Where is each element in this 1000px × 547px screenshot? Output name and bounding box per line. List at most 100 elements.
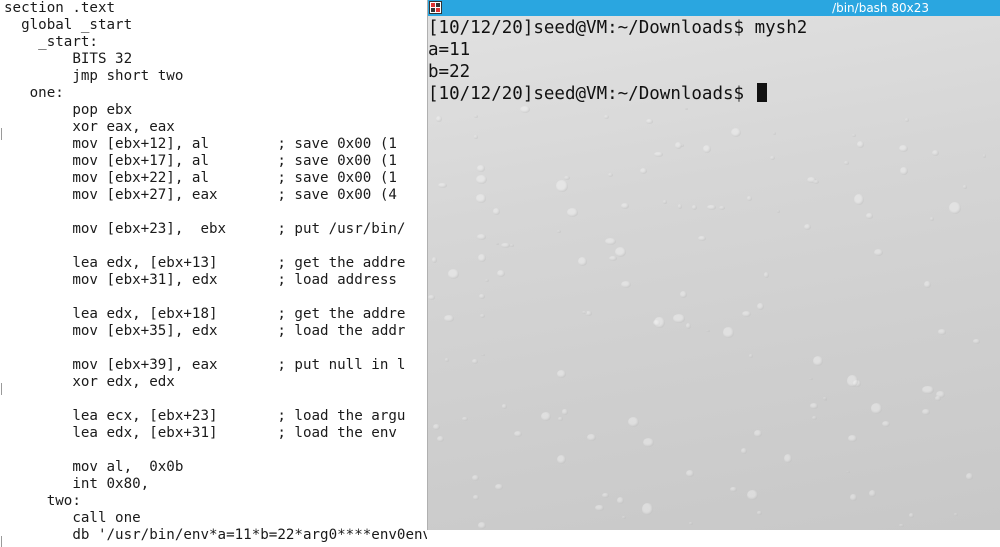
terminal-window[interactable]: /bin/bash 80x23 [10/12/20]seed@VM:~/Down… <box>427 0 1000 530</box>
background-texture <box>685 469 695 477</box>
background-texture <box>706 329 710 333</box>
background-texture <box>578 256 588 266</box>
background-texture <box>899 523 904 527</box>
background-texture <box>556 454 566 465</box>
background-texture <box>937 329 947 335</box>
background-texture <box>562 409 568 415</box>
background-texture <box>868 490 877 498</box>
background-texture <box>558 416 564 422</box>
background-texture <box>607 172 614 178</box>
background-texture <box>471 359 478 365</box>
code-editor[interactable]: section .text global _start _start: BITS… <box>0 0 427 547</box>
background-texture <box>510 244 515 247</box>
background-texture <box>870 403 882 414</box>
background-texture <box>620 281 632 289</box>
background-texture <box>846 470 851 474</box>
background-texture <box>437 436 445 443</box>
background-texture <box>438 182 448 189</box>
terminal-prompt-line: [10/12/20]seed@VM:~/Downloads$ <box>428 83 767 105</box>
background-texture <box>747 489 758 501</box>
background-texture <box>922 385 934 395</box>
background-texture <box>929 217 935 222</box>
background-texture <box>566 208 578 217</box>
background-texture <box>809 377 813 381</box>
code-line: lea ecx, [ebx+23] ; load the argu <box>4 408 406 424</box>
background-texture <box>757 511 762 516</box>
background-texture <box>646 119 654 125</box>
background-texture <box>685 322 692 329</box>
code-line: global _start <box>4 17 133 33</box>
code-line: mov [ebx+39], eax ; put null in l <box>4 357 406 373</box>
background-texture <box>556 230 561 234</box>
background-texture <box>763 272 770 279</box>
background-texture <box>684 107 688 111</box>
background-texture <box>485 279 490 283</box>
background-texture <box>953 513 959 517</box>
gutter-mark <box>1 536 2 547</box>
terminal-titlebar[interactable]: /bin/bash 80x23 <box>428 0 1000 16</box>
background-texture <box>754 429 762 438</box>
background-texture <box>653 151 663 158</box>
background-texture <box>435 115 442 122</box>
background-texture <box>501 403 508 409</box>
background-texture <box>823 397 827 401</box>
background-texture <box>492 208 501 215</box>
gutter-mark <box>1 128 2 140</box>
background-texture <box>898 145 908 153</box>
background-texture <box>476 194 487 203</box>
background-texture <box>865 213 873 219</box>
background-texture <box>881 421 890 428</box>
background-texture <box>804 223 811 230</box>
background-texture <box>642 503 654 516</box>
background-texture <box>497 269 506 277</box>
background-texture <box>972 339 980 344</box>
background-texture <box>680 290 688 298</box>
background-texture <box>844 161 850 166</box>
code-line: xor eax, eax <box>4 119 175 135</box>
code-line: call one <box>4 510 141 526</box>
code-line: mov [ebx+12], al ; save 0x00 (1 <box>4 136 397 152</box>
background-texture <box>582 311 587 315</box>
background-texture <box>478 522 487 529</box>
background-texture <box>428 295 435 301</box>
background-texture <box>783 454 792 464</box>
background-texture <box>723 327 734 338</box>
background-texture <box>932 150 940 157</box>
background-texture <box>900 167 909 176</box>
code-line: mov [ebx+31], edx ; load address <box>4 272 397 288</box>
background-texture <box>609 256 618 262</box>
background-texture <box>922 409 930 416</box>
background-texture <box>475 174 487 185</box>
background-texture <box>447 269 460 280</box>
terminal-cursor <box>756 83 767 102</box>
background-texture <box>698 235 706 241</box>
background-texture <box>477 234 486 240</box>
background-texture <box>614 246 627 258</box>
background-texture <box>587 434 596 441</box>
code-line: section .text <box>4 0 116 16</box>
background-texture <box>479 313 486 319</box>
background-texture <box>812 180 819 185</box>
code-line: db '/usr/bin/env*a=11*b=22*arg0****env0e… <box>72 527 427 543</box>
terminal-window-icon[interactable] <box>429 1 442 14</box>
code-line: two: <box>4 493 81 509</box>
background-texture <box>595 504 604 512</box>
code-line: lea edx, [ebx+13] ; get the addre <box>4 255 406 271</box>
background-texture <box>966 473 973 480</box>
background-texture <box>949 202 961 214</box>
background-texture <box>479 293 486 300</box>
background-texture <box>474 134 479 139</box>
background-texture <box>604 238 617 246</box>
background-texture <box>812 415 818 420</box>
background-texture <box>689 522 693 525</box>
background-texture <box>556 179 568 192</box>
background-texture <box>500 242 511 249</box>
code-line: _start: <box>4 34 98 50</box>
terminal-output[interactable]: [10/12/20]seed@VM:~/Downloads$ mysh2 a=11… <box>428 16 1000 530</box>
background-texture <box>809 403 819 409</box>
background-texture <box>520 106 531 114</box>
background-texture <box>730 128 741 138</box>
terminal-line-text: a=11 <box>428 40 471 60</box>
terminal-line-text: [10/12/20]seed@VM:~/Downloads$ <box>428 84 755 104</box>
background-texture <box>563 175 571 181</box>
